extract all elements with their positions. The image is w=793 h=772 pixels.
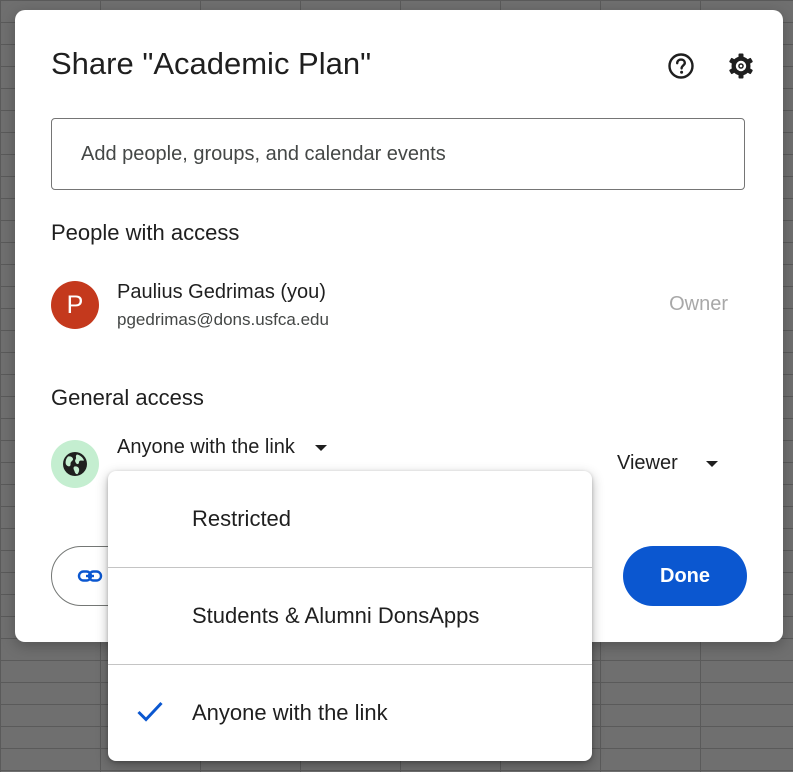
caret-down-icon xyxy=(705,460,718,467)
help-circle-icon xyxy=(668,53,694,79)
person-email: pgedrimas@dons.usfca.edu xyxy=(117,310,329,329)
globe-icon xyxy=(63,452,87,476)
gear-icon xyxy=(729,53,753,79)
people-with-access-heading: People with access xyxy=(51,220,240,245)
done-button[interactable]: Done xyxy=(623,546,747,606)
avatar-initial: P xyxy=(66,290,84,319)
add-people-input[interactable] xyxy=(52,119,744,189)
general-access-dropdown[interactable]: Anyone with the link xyxy=(117,436,327,459)
help-button[interactable] xyxy=(665,50,697,82)
link-icon xyxy=(77,570,103,582)
menu-item-anyone-with-link[interactable]: Anyone with the link xyxy=(108,665,592,761)
caret-down-icon xyxy=(314,444,327,451)
general-access-menu: Restricted Students & Alumni DonsApps An… xyxy=(108,471,592,761)
menu-item-restricted[interactable]: Restricted xyxy=(108,471,592,568)
person-role: Owner xyxy=(669,293,728,315)
link-role-label: Viewer xyxy=(617,452,678,474)
link-role-dropdown[interactable]: Viewer xyxy=(617,452,718,475)
add-people-field[interactable] xyxy=(51,118,745,190)
general-access-heading: General access xyxy=(51,385,204,410)
menu-item-label: Restricted xyxy=(192,506,292,531)
menu-item-label: Anyone with the link xyxy=(192,700,388,725)
menu-item-label: Students & Alumni DonsApps xyxy=(192,603,480,628)
general-access-icon-badge xyxy=(51,440,99,488)
dialog-title: Share "Academic Plan" xyxy=(51,46,372,81)
person-name: Paulius Gedrimas (you) xyxy=(117,281,326,303)
avatar: P xyxy=(51,281,99,329)
menu-item-students-alumni[interactable]: Students & Alumni DonsApps xyxy=(108,568,592,665)
checkmark-icon xyxy=(137,701,163,722)
general-access-label: Anyone with the link xyxy=(117,436,295,458)
done-button-label: Done xyxy=(660,564,710,587)
settings-button[interactable] xyxy=(725,50,757,82)
